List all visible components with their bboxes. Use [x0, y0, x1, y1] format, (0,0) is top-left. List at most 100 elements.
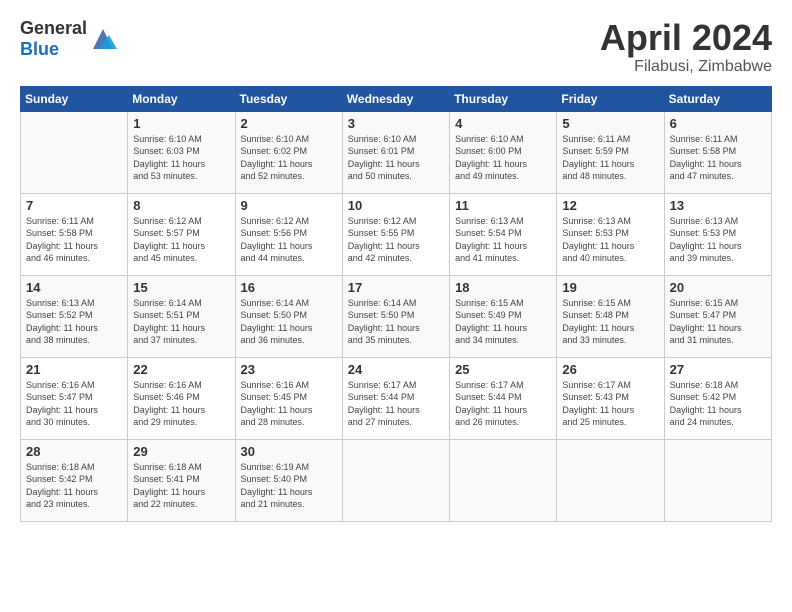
day-cell: 15 Sunrise: 6:14 AMSunset: 5:51 PMDayligh… [128, 275, 235, 357]
day-cell: 29Sunrise: 6:18 AMSunset: 5:41 PMDayligh… [128, 439, 235, 521]
col-header-friday: Friday [557, 86, 664, 111]
day-cell [664, 439, 771, 521]
logo-icon [89, 25, 117, 53]
day-number: 18 [455, 280, 551, 295]
day-info: Sunrise: 6:13 AMSunset: 5:52 PMDaylight:… [26, 297, 122, 347]
day-number: 17 [348, 280, 444, 295]
day-info: Sunrise: 6:14 AMSunset: 5:50 PMDaylight:… [348, 297, 444, 347]
day-cell: 22Sunrise: 6:16 AMSunset: 5:46 PMDayligh… [128, 357, 235, 439]
day-cell: 2Sunrise: 6:10 AMSunset: 6:02 PMDaylight… [235, 111, 342, 193]
day-number: 2 [241, 116, 337, 131]
day-number: 10 [348, 198, 444, 213]
day-number: 20 [670, 280, 766, 295]
day-number: 19 [562, 280, 658, 295]
day-number: 12 [562, 198, 658, 213]
day-cell: 10 Sunrise: 6:12 AMSunset: 5:55 PMDayligh… [342, 193, 449, 275]
day-info: Sunrise: 6:19 AMSunset: 5:40 PMDaylight:… [241, 461, 337, 511]
day-info: Sunrise: 6:18 AMSunset: 5:42 PMDaylight:… [670, 379, 766, 429]
col-header-sunday: Sunday [21, 86, 128, 111]
day-info: Sunrise: 6:18 AMSunset: 5:42 PMDaylight:… [26, 461, 122, 511]
day-number: 8 [133, 198, 229, 213]
day-cell: 11Sunrise: 6:13 AMSunset: 5:54 PMDayligh… [450, 193, 557, 275]
day-number: 13 [670, 198, 766, 213]
day-info: Sunrise: 6:12 AMSunset: 5:55 PMDaylight:… [348, 215, 444, 265]
day-number: 4 [455, 116, 551, 131]
day-info: Sunrise: 6:15 AMSunset: 5:47 PMDaylight:… [670, 297, 766, 347]
page: General Blue April 2024 Filabusi, Zimbab… [0, 0, 792, 532]
day-info: Sunrise: 6:16 AMSunset: 5:45 PMDaylight:… [241, 379, 337, 429]
day-info: Sunrise: 6:10 AMSunset: 6:01 PMDaylight:… [348, 133, 444, 183]
logo-general: General [20, 18, 87, 38]
day-cell: 6 Sunrise: 6:11 AMSunset: 5:58 PMDaylight… [664, 111, 771, 193]
day-cell: 18 Sunrise: 6:15 AMSunset: 5:49 PMDayligh… [450, 275, 557, 357]
header: General Blue April 2024 Filabusi, Zimbab… [20, 18, 772, 76]
col-header-wednesday: Wednesday [342, 86, 449, 111]
day-number: 5 [562, 116, 658, 131]
day-cell: 16Sunrise: 6:14 AMSunset: 5:50 PMDayligh… [235, 275, 342, 357]
col-header-thursday: Thursday [450, 86, 557, 111]
day-cell [450, 439, 557, 521]
day-cell: 5 Sunrise: 6:11 AMSunset: 5:59 PMDaylight… [557, 111, 664, 193]
day-cell: 8 Sunrise: 6:12 AMSunset: 5:57 PMDaylight… [128, 193, 235, 275]
day-info: Sunrise: 6:15 AMSunset: 5:48 PMDaylight:… [562, 297, 658, 347]
day-info: Sunrise: 6:13 AMSunset: 5:53 PMDaylight:… [562, 215, 658, 265]
day-number: 26 [562, 362, 658, 377]
day-info: Sunrise: 6:17 AMSunset: 5:43 PMDaylight:… [562, 379, 658, 429]
day-cell: 27 Sunrise: 6:18 AMSunset: 5:42 PMDayligh… [664, 357, 771, 439]
month-title: April 2024 [600, 18, 772, 58]
day-number: 16 [241, 280, 337, 295]
day-info: Sunrise: 6:10 AMSunset: 6:00 PMDaylight:… [455, 133, 551, 183]
location-title: Filabusi, Zimbabwe [600, 58, 772, 76]
day-cell: 24Sunrise: 6:17 AMSunset: 5:44 PMDayligh… [342, 357, 449, 439]
day-number: 30 [241, 444, 337, 459]
day-info: Sunrise: 6:11 AMSunset: 5:58 PMDaylight:… [26, 215, 122, 265]
col-header-monday: Monday [128, 86, 235, 111]
day-cell [21, 111, 128, 193]
day-cell: 23 Sunrise: 6:16 AMSunset: 5:45 PMDayligh… [235, 357, 342, 439]
day-info: Sunrise: 6:14 AMSunset: 5:51 PMDaylight:… [133, 297, 229, 347]
day-number: 6 [670, 116, 766, 131]
week-row-5: 28 Sunrise: 6:18 AMSunset: 5:42 PMDayligh… [21, 439, 772, 521]
day-info: Sunrise: 6:13 AMSunset: 5:53 PMDaylight:… [670, 215, 766, 265]
day-cell [342, 439, 449, 521]
week-row-3: 14 Sunrise: 6:13 AMSunset: 5:52 PMDayligh… [21, 275, 772, 357]
week-row-2: 7Sunrise: 6:11 AMSunset: 5:58 PMDaylight… [21, 193, 772, 275]
day-cell: 14 Sunrise: 6:13 AMSunset: 5:52 PMDayligh… [21, 275, 128, 357]
day-number: 23 [241, 362, 337, 377]
day-number: 28 [26, 444, 122, 459]
week-row-1: 1 Sunrise: 6:10 AMSunset: 6:03 PMDaylight… [21, 111, 772, 193]
day-cell: 12 Sunrise: 6:13 AMSunset: 5:53 PMDayligh… [557, 193, 664, 275]
day-info: Sunrise: 6:16 AMSunset: 5:46 PMDaylight:… [133, 379, 229, 429]
day-info: Sunrise: 6:15 AMSunset: 5:49 PMDaylight:… [455, 297, 551, 347]
day-info: Sunrise: 6:13 AMSunset: 5:54 PMDaylight:… [455, 215, 551, 265]
day-cell: 13 Sunrise: 6:13 AMSunset: 5:53 PMDayligh… [664, 193, 771, 275]
day-number: 9 [241, 198, 337, 213]
col-header-tuesday: Tuesday [235, 86, 342, 111]
day-info: Sunrise: 6:10 AMSunset: 6:03 PMDaylight:… [133, 133, 229, 183]
day-cell: 4 Sunrise: 6:10 AMSunset: 6:00 PMDaylight… [450, 111, 557, 193]
day-info: Sunrise: 6:12 AMSunset: 5:56 PMDaylight:… [241, 215, 337, 265]
day-number: 25 [455, 362, 551, 377]
day-info: Sunrise: 6:17 AMSunset: 5:44 PMDaylight:… [348, 379, 444, 429]
day-number: 14 [26, 280, 122, 295]
logo: General Blue [20, 18, 117, 60]
day-cell: 1 Sunrise: 6:10 AMSunset: 6:03 PMDaylight… [128, 111, 235, 193]
day-number: 15 [133, 280, 229, 295]
logo-text: General Blue [20, 18, 87, 60]
day-cell: 26 Sunrise: 6:17 AMSunset: 5:43 PMDayligh… [557, 357, 664, 439]
day-info: Sunrise: 6:16 AMSunset: 5:47 PMDaylight:… [26, 379, 122, 429]
day-cell: 17 Sunrise: 6:14 AMSunset: 5:50 PMDayligh… [342, 275, 449, 357]
day-cell: 21Sunrise: 6:16 AMSunset: 5:47 PMDayligh… [21, 357, 128, 439]
day-number: 27 [670, 362, 766, 377]
logo-blue: Blue [20, 39, 59, 59]
day-cell: 9 Sunrise: 6:12 AMSunset: 5:56 PMDaylight… [235, 193, 342, 275]
col-header-saturday: Saturday [664, 86, 771, 111]
day-cell: 19 Sunrise: 6:15 AMSunset: 5:48 PMDayligh… [557, 275, 664, 357]
day-number: 1 [133, 116, 229, 131]
header-row: SundayMondayTuesdayWednesdayThursdayFrid… [21, 86, 772, 111]
day-info: Sunrise: 6:12 AMSunset: 5:57 PMDaylight:… [133, 215, 229, 265]
day-number: 29 [133, 444, 229, 459]
day-cell: 20 Sunrise: 6:15 AMSunset: 5:47 PMDayligh… [664, 275, 771, 357]
day-info: Sunrise: 6:11 AMSunset: 5:58 PMDaylight:… [670, 133, 766, 183]
day-info: Sunrise: 6:11 AMSunset: 5:59 PMDaylight:… [562, 133, 658, 183]
